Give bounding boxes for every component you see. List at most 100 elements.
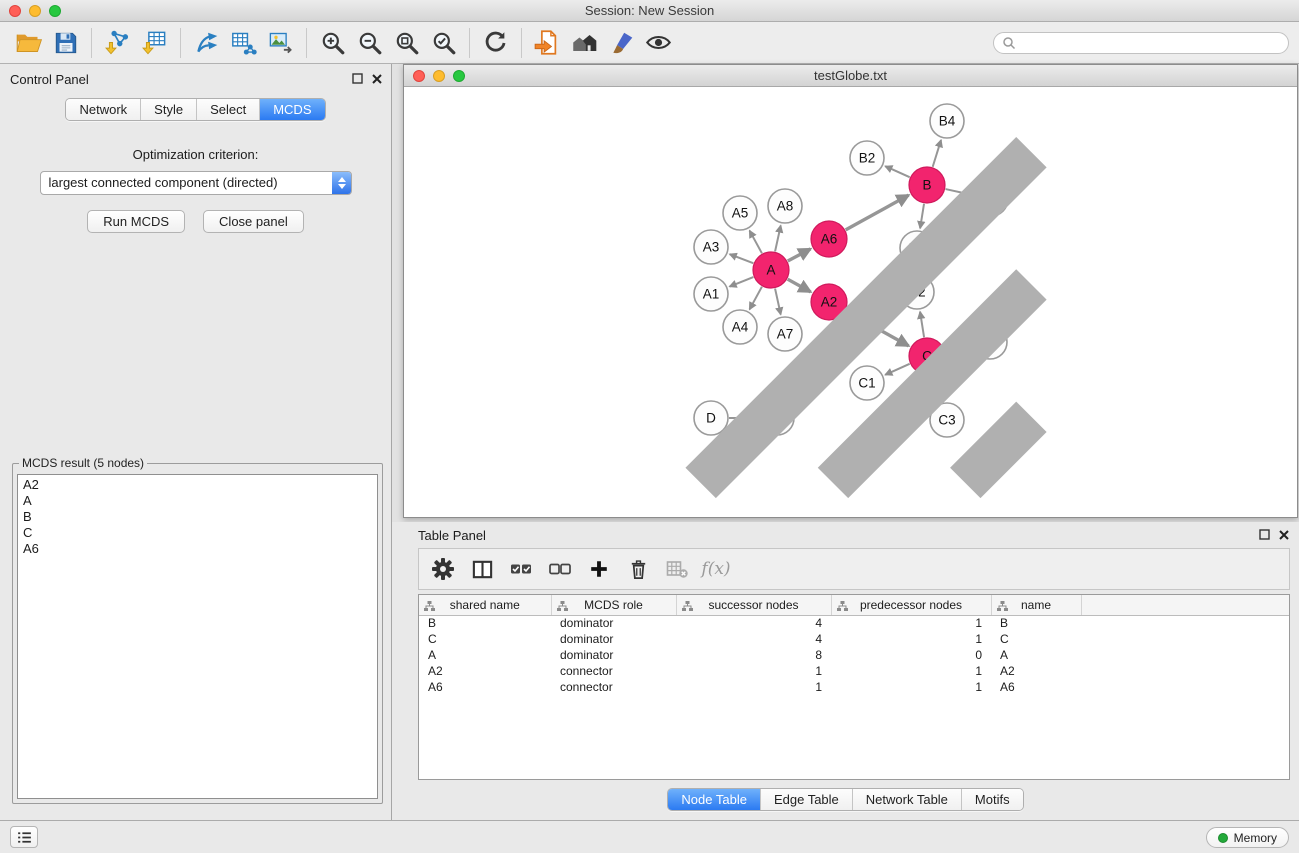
import-table-button[interactable] — [136, 26, 173, 60]
table-row[interactable]: Bdominator41B — [419, 615, 1289, 631]
zoom-selected-button[interactable] — [425, 26, 462, 60]
result-item-b[interactable]: B — [23, 509, 372, 525]
table-cell: C — [419, 631, 551, 647]
network-zoom-button[interactable] — [453, 70, 465, 82]
zoom-out-icon — [357, 30, 383, 56]
column-label: successor nodes — [708, 598, 798, 612]
column-header-shared-name[interactable]: shared name — [419, 595, 551, 615]
toolbar-separator — [521, 28, 522, 58]
create-column-button[interactable] — [581, 552, 617, 586]
table-toolbar: f(x) — [418, 548, 1290, 590]
tab-network-table[interactable]: Network Table — [853, 789, 962, 810]
close-panel-icon[interactable] — [372, 74, 382, 84]
mcds-result-group: MCDS result (5 nodes) A2ABCA6 — [12, 456, 383, 804]
dropdown-selected-value: largest connected component (directed) — [49, 175, 278, 190]
table-row[interactable]: A6connector11A6 — [419, 679, 1289, 695]
show-columns-button[interactable] — [464, 552, 500, 586]
network-window-titlebar[interactable]: testGlobe.txt — [404, 65, 1297, 87]
table-cell: 4 — [676, 615, 831, 631]
table-cell: B — [991, 615, 1081, 631]
table-cell: A6 — [419, 679, 551, 695]
toolbar-separator — [180, 28, 181, 58]
zoom-out-button[interactable] — [351, 26, 388, 60]
network-close-button[interactable] — [413, 70, 425, 82]
run-mcds-button[interactable]: Run MCDS — [87, 210, 185, 233]
table-row[interactable]: Cdominator41C — [419, 631, 1289, 647]
resize-grip-icon[interactable] — [403, 86, 1296, 516]
optimization-criterion-dropdown[interactable]: largest connected component (directed) — [40, 171, 352, 195]
eye-icon — [645, 29, 672, 56]
float-panel-icon[interactable] — [352, 73, 363, 84]
app-titlebar: Session: New Session — [0, 0, 1299, 22]
zoom-fit-button[interactable] — [388, 26, 425, 60]
tab-motifs[interactable]: Motifs — [962, 789, 1023, 810]
table-row[interactable]: Adominator80A — [419, 647, 1289, 663]
memory-button[interactable]: Memory — [1206, 827, 1289, 848]
network-view-window: testGlobe.txt AA6A2BCA5A8A3A1A4A7B1B2B3B… — [403, 64, 1298, 518]
home-button[interactable] — [566, 26, 603, 60]
table-panel: Table Panel — [392, 522, 1299, 820]
delete-column-button[interactable] — [620, 552, 656, 586]
export-image-button[interactable] — [262, 26, 299, 60]
tab-edge-table[interactable]: Edge Table — [761, 789, 853, 810]
deselect-all-columns-button[interactable] — [542, 552, 578, 586]
select-all-columns-button[interactable] — [503, 552, 539, 586]
network-share-button[interactable] — [188, 26, 225, 60]
apply-layout-button[interactable] — [477, 26, 514, 60]
brush-icon — [609, 30, 635, 56]
close-window-button[interactable] — [9, 5, 21, 17]
plus-icon — [588, 558, 610, 580]
save-session-button[interactable] — [47, 26, 84, 60]
mcds-result-list: A2ABCA6 — [17, 474, 378, 799]
document-export-icon — [534, 29, 561, 56]
search-input[interactable] — [1021, 35, 1280, 50]
control-panel-title: Control Panel — [10, 72, 89, 87]
tab-node-table[interactable]: Node Table — [668, 789, 761, 810]
column-type-icon — [424, 600, 435, 614]
import-network-button[interactable] — [99, 26, 136, 60]
import-network-icon — [104, 29, 131, 56]
minimize-window-button[interactable] — [29, 5, 41, 17]
zoom-window-button[interactable] — [49, 5, 61, 17]
column-header-successor-nodes[interactable]: successor nodes — [676, 595, 831, 615]
result-item-a2[interactable]: A2 — [23, 477, 372, 493]
column-header-name[interactable]: name — [991, 595, 1081, 615]
table-row[interactable]: A2connector11A2 — [419, 663, 1289, 679]
close-panel-icon[interactable] — [1279, 530, 1289, 540]
float-panel-icon[interactable] — [1259, 529, 1270, 540]
memory-status-icon — [1218, 833, 1228, 843]
mcds-result-title: MCDS result (5 nodes) — [19, 456, 147, 470]
column-header-filler — [1081, 595, 1289, 615]
network-table-button[interactable] — [225, 26, 262, 60]
table-tabs: Node TableEdge TableNetwork TableMotifs — [667, 788, 1023, 811]
show-hide-button[interactable] — [640, 26, 677, 60]
new-network-from-selection-button[interactable] — [529, 26, 566, 60]
tab-network[interactable]: Network — [66, 99, 141, 120]
tab-style[interactable]: Style — [141, 99, 197, 120]
table-cell-filler — [1081, 647, 1289, 663]
task-history-button[interactable] — [10, 826, 38, 848]
delete-table-button[interactable] — [659, 552, 695, 586]
tab-mcds[interactable]: MCDS — [260, 99, 324, 120]
table-cell-filler — [1081, 663, 1289, 679]
zoom-in-button[interactable] — [314, 26, 351, 60]
function-builder-button[interactable]: f(x) — [698, 552, 734, 586]
network-minimize-button[interactable] — [433, 70, 445, 82]
memory-label: Memory — [1234, 831, 1277, 845]
style-brush-button[interactable] — [603, 26, 640, 60]
homes-icon — [571, 29, 598, 56]
table-settings-button[interactable] — [425, 552, 461, 586]
open-session-button[interactable] — [10, 26, 47, 60]
column-header-mcds-role[interactable]: MCDS role — [551, 595, 676, 615]
tab-select[interactable]: Select — [197, 99, 260, 120]
network-canvas[interactable]: AA6A2BCA5A8A3A1A4A7B1B2B3B4C1C2C3C4DD1 — [404, 87, 1297, 517]
result-item-c[interactable]: C — [23, 525, 372, 541]
column-header-predecessor-nodes[interactable]: predecessor nodes — [831, 595, 991, 615]
result-item-a[interactable]: A — [23, 493, 372, 509]
control-panel: Control Panel NetworkStyleSelectMCDS Opt… — [0, 64, 392, 820]
search-icon — [1002, 36, 1016, 50]
result-item-a6[interactable]: A6 — [23, 541, 372, 557]
table-cell: 0 — [831, 647, 991, 663]
close-panel-button[interactable]: Close panel — [203, 210, 304, 233]
table-cell: A2 — [419, 663, 551, 679]
